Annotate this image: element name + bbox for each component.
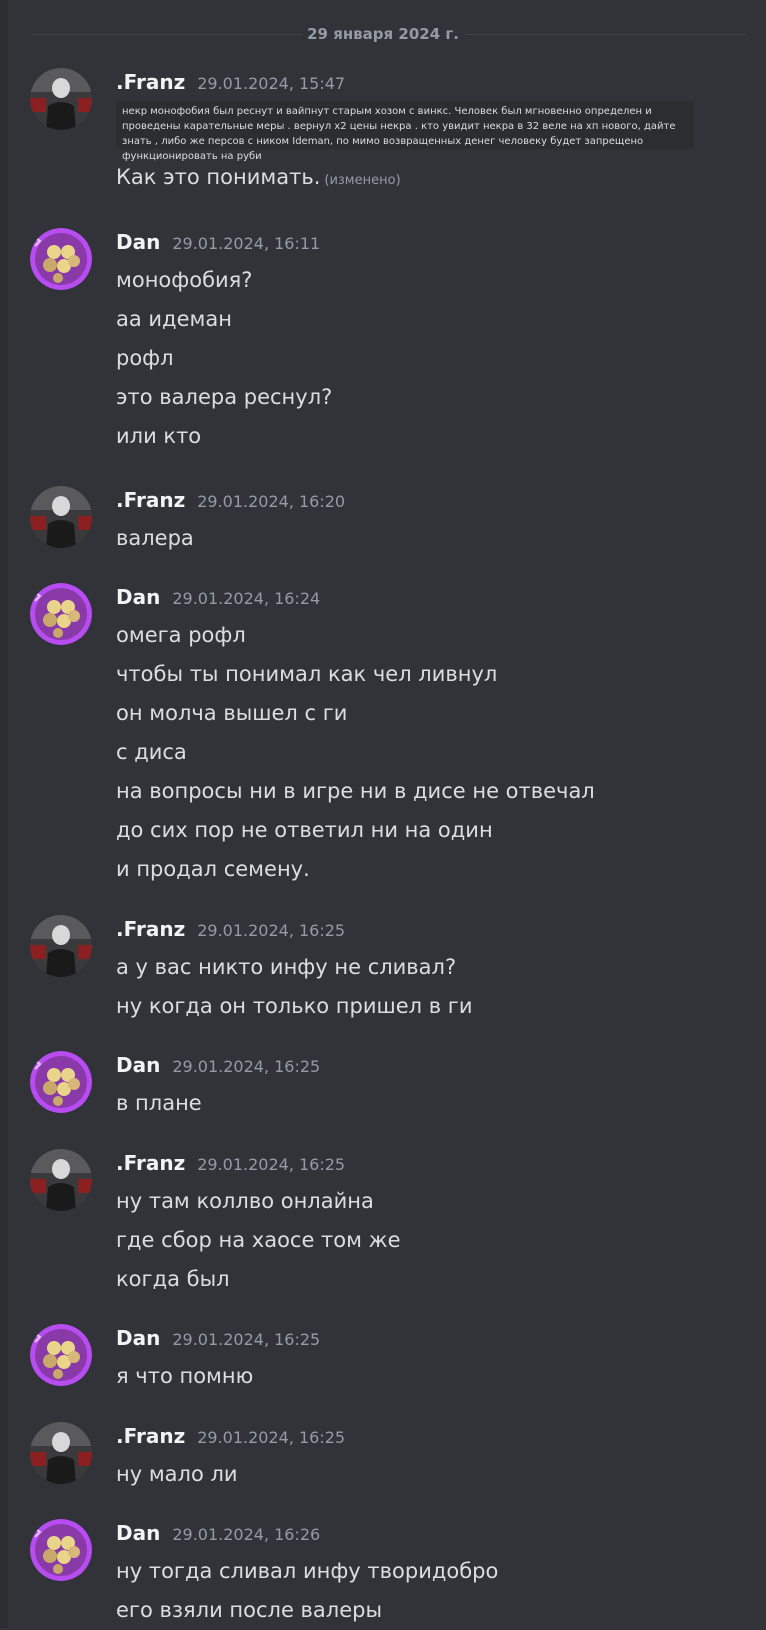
message-line: чтобы ты понимал как чел ливнул (116, 662, 498, 686)
franz-avatar-icon (30, 486, 92, 548)
edited-label: (изменено) (324, 173, 401, 188)
author-name[interactable]: .Franz (116, 1149, 185, 1177)
franz-avatar-icon (30, 1149, 92, 1211)
author-name[interactable]: .Franz (116, 915, 185, 943)
message-line: рофл (116, 346, 174, 370)
avatar-franz[interactable] (30, 1422, 92, 1484)
message-line: где сбор на хаосе том же (116, 1228, 401, 1252)
message-timestamp: 29.01.2024, 16:26 (172, 1525, 321, 1544)
date-divider-label: 29 января 2024 г. (301, 25, 465, 43)
message-timestamp: 29.01.2024, 16:25 (197, 921, 346, 940)
message-line: монофобия? (116, 268, 253, 292)
message-line: валера (116, 526, 194, 550)
avatar-franz[interactable] (30, 1149, 92, 1211)
message-line: ну там коллво онлайна (116, 1189, 374, 1213)
message-line: или кто (116, 424, 202, 448)
author-name[interactable]: Dan (116, 1324, 160, 1352)
avatar-dan[interactable] (30, 1324, 92, 1386)
message-timestamp: 29.01.2024, 16:25 (172, 1057, 321, 1076)
message-timestamp: 29.01.2024, 16:20 (197, 492, 346, 511)
avatar-dan[interactable] (30, 1051, 92, 1113)
author-name[interactable]: .Franz (116, 68, 185, 96)
message-line: Как это понимать. (изменено) (116, 158, 401, 200)
message-timestamp: 29.01.2024, 15:47 (197, 74, 346, 93)
message-line: ну мало ли (116, 1462, 238, 1486)
message-line: ну когда он только пришел в ги (116, 994, 473, 1018)
dan-avatar-icon (30, 1519, 92, 1581)
message-line: с диса (116, 740, 187, 764)
author-name[interactable]: .Franz (116, 486, 185, 514)
message-line: на вопросы ни в игре ни в дисе не отвеча… (116, 779, 595, 803)
message-line: и продал семену. (116, 857, 310, 881)
franz-avatar-icon (30, 68, 92, 130)
message-line: а у вас никто инфу не сливал? (116, 955, 457, 979)
message-line: омега рофл (116, 623, 246, 647)
author-name[interactable]: Dan (116, 1519, 160, 1547)
chat-left-edge (0, 0, 8, 1628)
dan-avatar-icon (30, 1051, 92, 1113)
avatar-dan[interactable] (30, 583, 92, 645)
message-line: это валера реснул? (116, 385, 333, 409)
message-timestamp: 29.01.2024, 16:24 (172, 589, 321, 608)
avatar-dan[interactable] (30, 1519, 92, 1581)
message-line: до сих пор не ответил ни на один (116, 818, 493, 842)
dan-avatar-icon (30, 583, 92, 645)
message-line: в плане (116, 1091, 202, 1115)
franz-avatar-icon (30, 1422, 92, 1484)
dan-avatar-icon (30, 1324, 92, 1386)
author-name[interactable]: .Franz (116, 1422, 185, 1450)
author-name[interactable]: Dan (116, 1051, 160, 1079)
dan-avatar-icon (30, 228, 92, 290)
message-timestamp: 29.01.2024, 16:25 (172, 1330, 321, 1349)
avatar-franz[interactable] (30, 915, 92, 977)
avatar-franz[interactable] (30, 68, 92, 130)
message-line: я что помню (116, 1364, 254, 1388)
quoted-message: некр монофобия был реснут и вайпнут стар… (116, 101, 694, 162)
avatar-dan[interactable] (30, 228, 92, 290)
message-timestamp: 29.01.2024, 16:25 (197, 1155, 346, 1174)
message-line: его взяли после валеры (116, 1598, 383, 1622)
message-line: ну тогда сливал инфу творидобро (116, 1559, 499, 1583)
message-line: он молча вышел с ги (116, 701, 348, 725)
avatar-franz[interactable] (30, 486, 92, 548)
franz-avatar-icon (30, 915, 92, 977)
author-name[interactable]: Dan (116, 583, 160, 611)
message-line: когда был (116, 1267, 230, 1291)
message-timestamp: 29.01.2024, 16:11 (172, 234, 321, 253)
message-line: аа идеман (116, 307, 232, 331)
message-text: Как это понимать. (116, 165, 321, 189)
author-name[interactable]: Dan (116, 228, 160, 256)
message-timestamp: 29.01.2024, 16:25 (197, 1428, 346, 1447)
